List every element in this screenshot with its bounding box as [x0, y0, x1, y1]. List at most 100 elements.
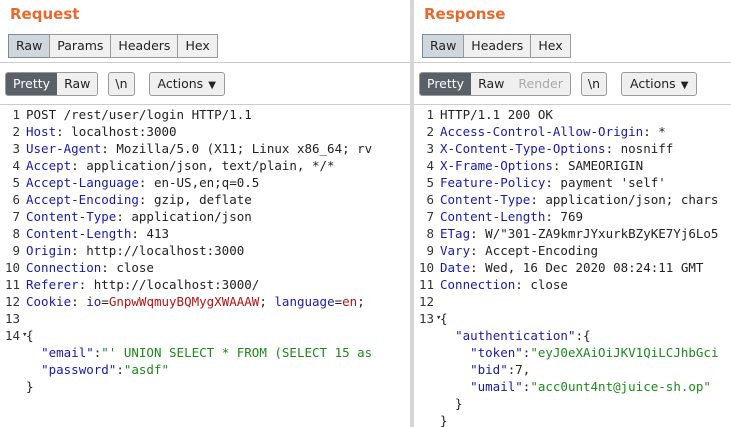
response-title: Response: [424, 5, 506, 23]
line-number: 13: [4, 311, 20, 326]
line-number: 3: [12, 141, 20, 156]
json-key: "bid": [470, 362, 508, 377]
code-line: "bid":7,: [470, 362, 531, 377]
tab-headers[interactable]: Headers: [463, 34, 532, 58]
response-editor[interactable]: 1 HTTP/1.1 200 OK 2 Access-Control-Allow-Or…: [414, 104, 731, 427]
json-value: "eyJ0eXAiOiJKV1QiLCJhbGci: [530, 345, 719, 360]
code-text: }: [440, 413, 448, 427]
code-text: {: [440, 311, 448, 326]
json-key: "email": [41, 345, 94, 360]
header-value: 769: [552, 209, 583, 224]
line-number: 6: [12, 192, 20, 207]
line-number: 3: [426, 141, 434, 156]
line-number: 13: [418, 311, 434, 326]
code-line: ETag: W/"301-ZA9kmrJYxurkBZyKE7Yj6Lo5: [440, 226, 719, 241]
code-line: Origin: http://localhost:3000: [26, 243, 245, 258]
view-mode-raw[interactable]: Raw: [57, 73, 98, 95]
chevron-down-icon: ▼: [680, 80, 689, 91]
header-name: Origin: [26, 243, 72, 258]
tab-raw[interactable]: Raw: [422, 34, 465, 58]
header-name: X-Frame-Options: [440, 158, 553, 173]
view-mode-pretty[interactable]: Pretty: [6, 73, 58, 95]
response-pane: Response Raw Headers Hex Pretty Raw Render \…: [414, 0, 731, 427]
code-text: POST /rest/user/login HTTP/1.1: [26, 107, 252, 122]
line-number: 6: [426, 192, 434, 207]
response-view-modes: Pretty Raw Render: [419, 72, 571, 96]
view-mode-raw[interactable]: Raw: [471, 73, 512, 95]
code-line: "umail":"acc0unt4nt@juice-sh.op": [470, 379, 711, 394]
line-number: 10: [4, 260, 20, 275]
request-tabs: Raw Params Headers Hex: [8, 34, 218, 58]
code-line: X-Frame-Options: SAMEORIGIN: [440, 158, 644, 173]
line-number: 11: [4, 277, 20, 292]
header-value: application/json: [123, 209, 252, 224]
tab-hex[interactable]: Hex: [530, 34, 571, 58]
line-number: 2: [426, 124, 434, 139]
response-toolbar: Pretty Raw Render \n Actions ▼: [419, 72, 698, 96]
tab-raw[interactable]: Raw: [8, 34, 51, 58]
header-value: *: [650, 124, 666, 139]
cookie-value: GnpwWqmuyBQMygXWAAAW: [108, 294, 260, 309]
line-number: 5: [12, 175, 20, 190]
code-line: Cookie: io=GnpwWqmuyBQMygXWAAAW; languag…: [26, 294, 365, 309]
code-line: Accept-Language: en-US,en;q=0.5: [26, 175, 260, 190]
header-name: Content-Length: [26, 226, 132, 241]
header-value: Wed, 16 Dec 2020 08:24:11 GMT: [477, 260, 704, 275]
header-name: User-Agent: [26, 141, 102, 156]
code-line: "authentication":{: [455, 328, 591, 343]
header-name: Content-Type: [440, 192, 531, 207]
line-number: 7: [12, 209, 20, 224]
header-value: application/json; chars: [537, 192, 719, 207]
code-text: {: [26, 328, 34, 343]
code-line: Content-Type: application/json: [26, 209, 252, 224]
json-key: "authentication": [455, 328, 576, 343]
json-value: {: [583, 328, 591, 343]
code-line: Content-Length: 413: [26, 226, 169, 241]
header-value: close: [522, 277, 568, 292]
request-newline-button[interactable]: \n: [108, 72, 135, 96]
header-value: http://localhost:3000/: [86, 277, 260, 292]
tab-headers[interactable]: Headers: [110, 34, 179, 58]
header-name: Accept-Language: [26, 175, 139, 190]
request-editor[interactable]: 1 POST /rest/user/login HTTP/1.1 2 Host: lo…: [0, 104, 410, 427]
code-line: Accept: application/json, text/plain, */…: [26, 158, 335, 173]
view-mode-pretty[interactable]: Pretty: [420, 73, 472, 95]
header-name: Date: [440, 260, 471, 275]
code-line: Feature-Policy: payment 'self': [440, 175, 666, 190]
line-number: 4: [12, 158, 20, 173]
header-value: W/"301-ZA9kmrJYxurkBZyKE7Yj6Lo5: [477, 226, 719, 241]
line-number: 1: [426, 107, 434, 122]
request-toolbar: Pretty Raw \n Actions ▼: [5, 72, 225, 96]
request-actions-button[interactable]: Actions ▼: [148, 72, 225, 96]
header-name: Referer: [26, 277, 79, 292]
view-mode-render: Render: [511, 73, 570, 95]
code-line: "email":"' UNION SELECT * FROM (SELECT 1…: [41, 345, 373, 360]
header-value: localhost:3000: [63, 124, 177, 139]
header-name: X-Content-Type-Options: [440, 141, 606, 156]
request-view-modes: Pretty Raw: [5, 72, 99, 96]
header-value: nosniff: [613, 141, 674, 156]
tab-params[interactable]: Params: [49, 34, 112, 58]
tab-hex[interactable]: Hex: [177, 34, 218, 58]
line-number: 4: [426, 158, 434, 173]
header-value: Accept-Encoding: [477, 243, 599, 258]
cookie-value: en: [342, 294, 358, 309]
json-value: "asdf": [123, 362, 170, 377]
header-value: http://localhost:3000: [78, 243, 245, 258]
header-name: Connection: [440, 277, 516, 292]
request-title: Request: [10, 5, 80, 23]
header-name: Accept: [26, 158, 72, 173]
header-value: en-US,en;q=0.5: [146, 175, 260, 190]
code-line: HTTP/1.1 200 OK: [440, 106, 553, 123]
response-newline-button[interactable]: \n: [580, 72, 608, 96]
actions-label: Actions: [630, 76, 676, 91]
header-name: Vary: [440, 243, 471, 258]
divider-line: [414, 62, 731, 63]
code-line: Referer: http://localhost:3000/: [26, 277, 260, 292]
line-number: 7: [426, 209, 434, 224]
header-value: SAMEORIGIN: [560, 158, 644, 173]
response-actions-button[interactable]: Actions ▼: [621, 72, 698, 96]
code-line: Access-Control-Allow-Origin: *: [440, 124, 666, 139]
json-key: "token": [470, 345, 523, 360]
code-text: }: [26, 379, 34, 394]
